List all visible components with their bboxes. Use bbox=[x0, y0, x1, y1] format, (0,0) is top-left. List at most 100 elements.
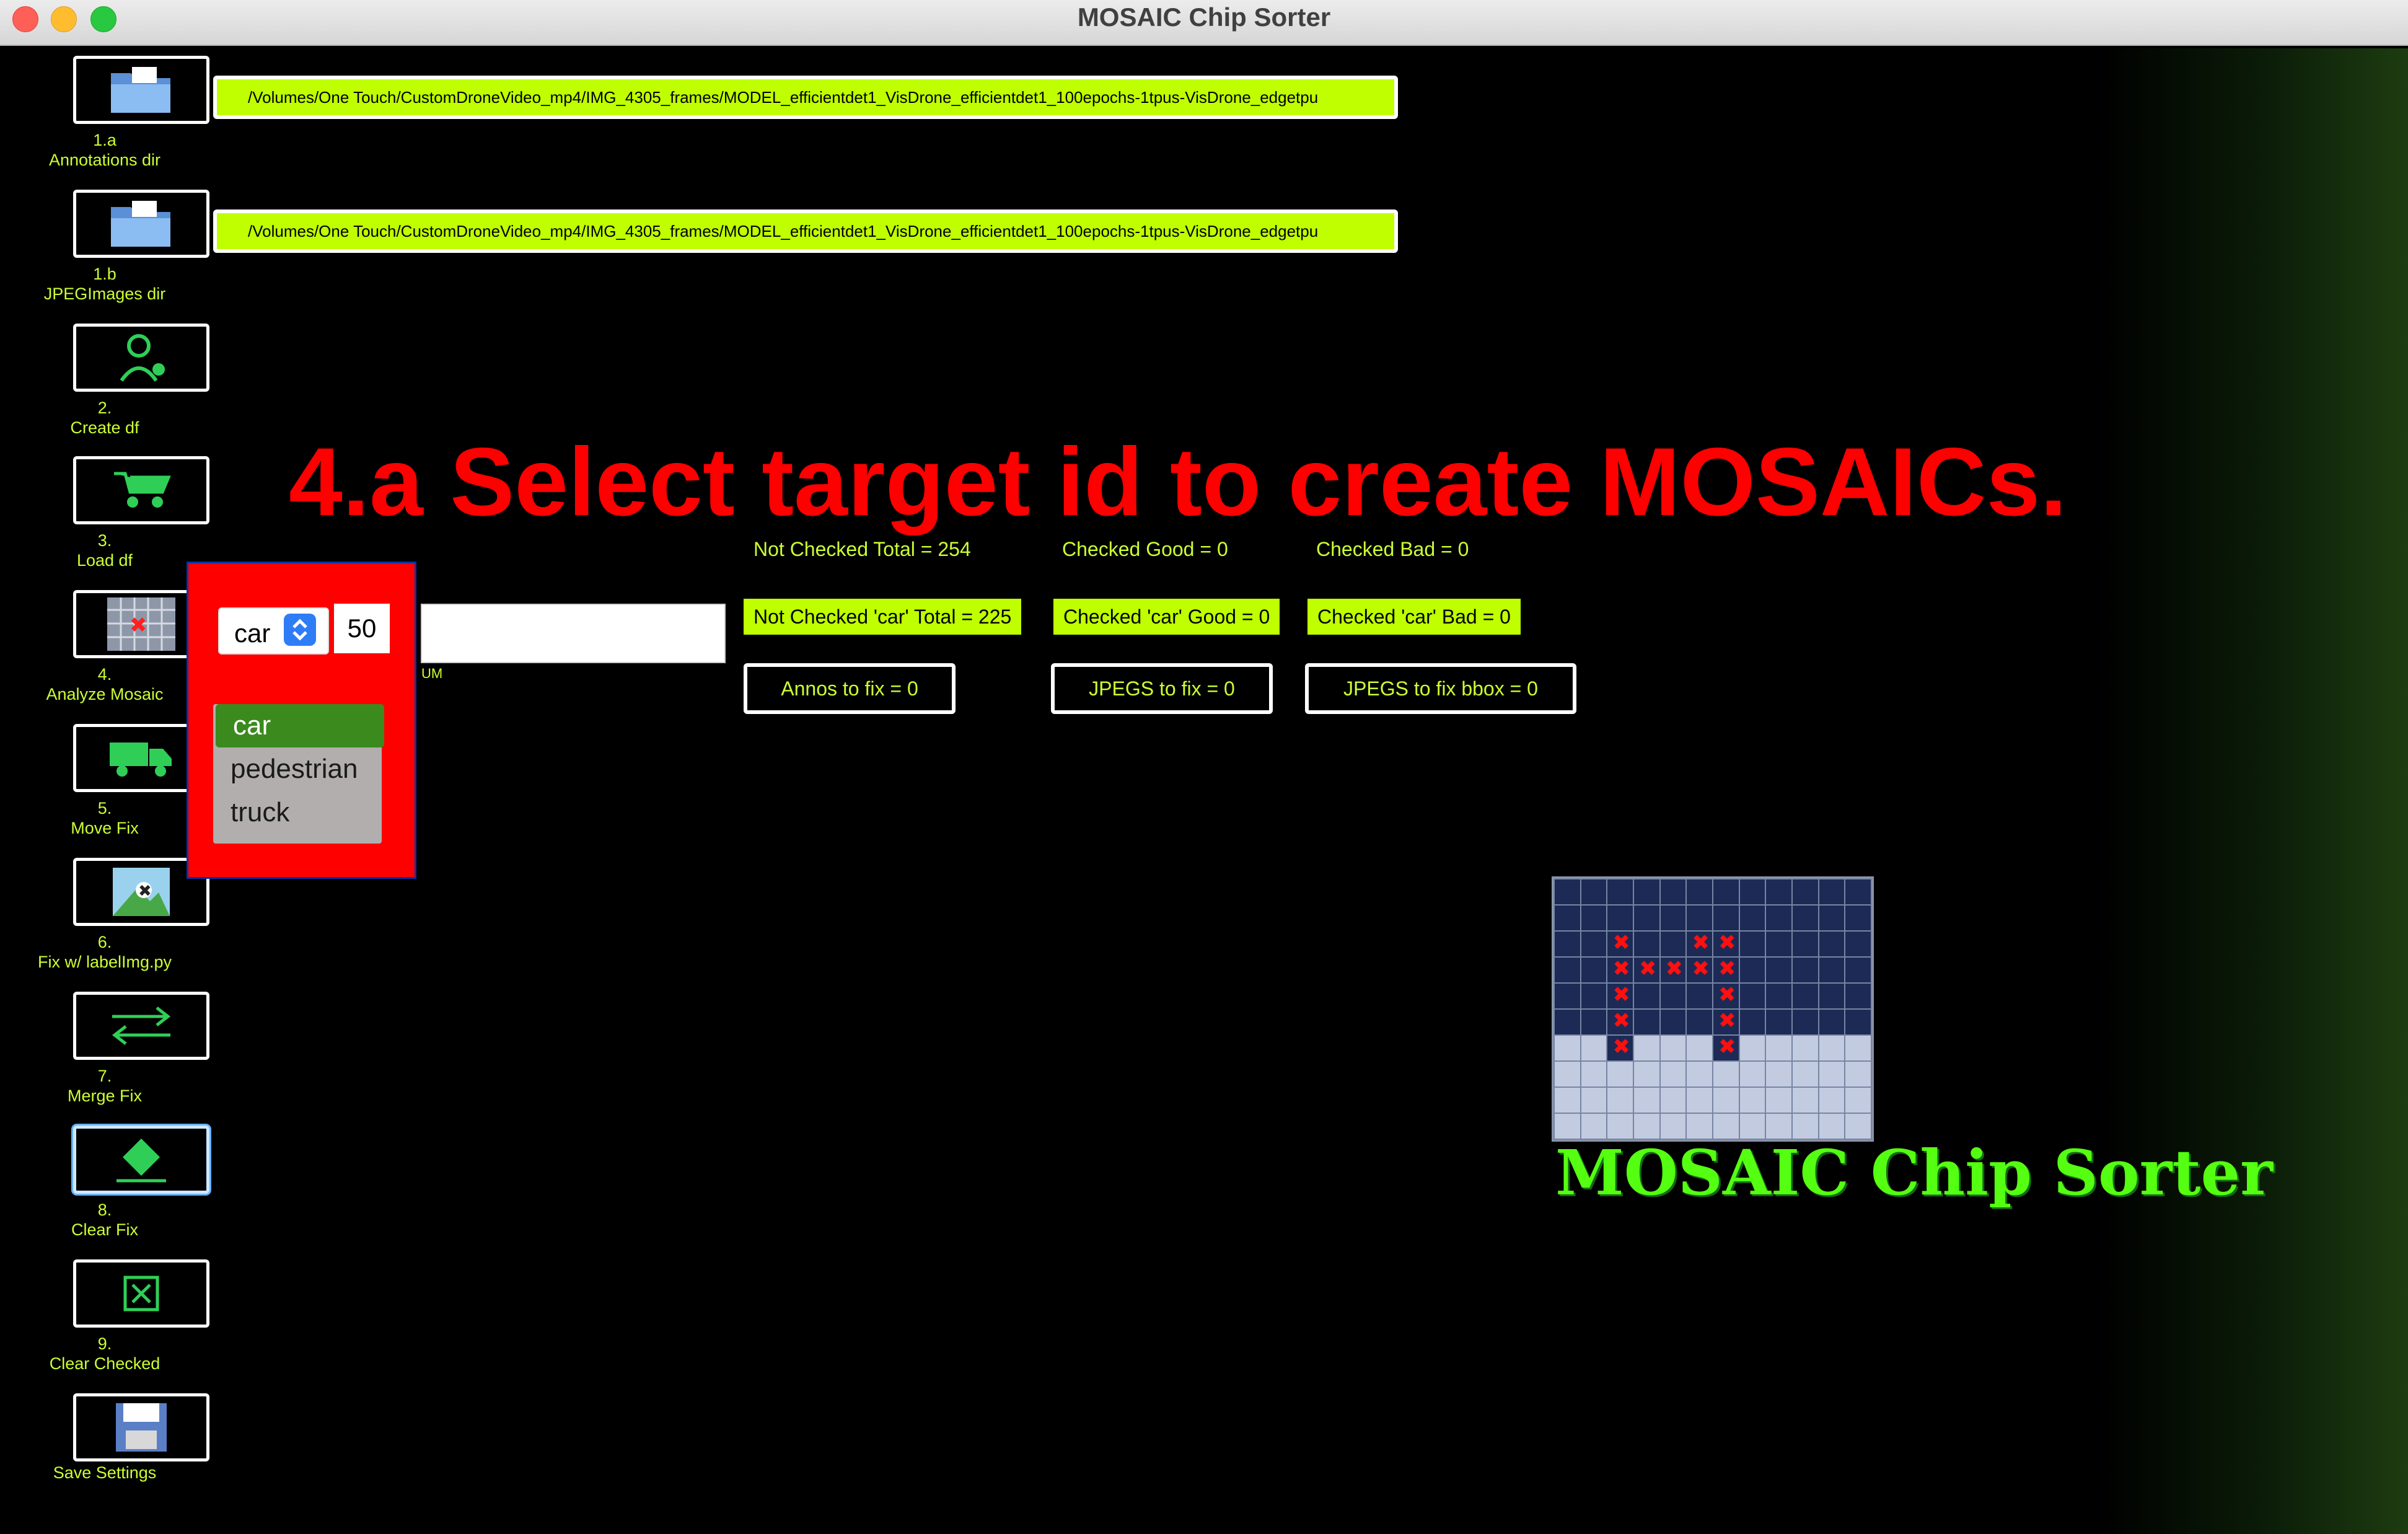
mosaic-logo-cell bbox=[1581, 958, 1607, 982]
mosaic-logo-cell bbox=[1607, 982, 1633, 1008]
app-canvas: 1.a Annotations dir 1.b JPEGImages dir 2. C… bbox=[2, 48, 2408, 1534]
mosaic-logo-cell bbox=[1739, 984, 1765, 1008]
annotations-path-field[interactable]: /Volumes/One Touch/CustomDroneVideo_mp4/… bbox=[213, 76, 1398, 119]
mosaic-logo-cell bbox=[1766, 1088, 1791, 1113]
merge-fix-button[interactable] bbox=[73, 992, 209, 1060]
mosaic-logo-cell bbox=[1819, 1088, 1845, 1113]
mosaic-logo-cell bbox=[1607, 930, 1633, 956]
target-text-field[interactable] bbox=[421, 604, 726, 663]
mosaic-logo-cell bbox=[1634, 1088, 1659, 1113]
mosaic-logo-cell bbox=[1845, 1010, 1871, 1034]
not-checked-class-total: Not Checked 'car' Total = 225 bbox=[741, 596, 1024, 637]
load-df-num: 3. bbox=[97, 531, 112, 550]
jpegimages-dir-button[interactable] bbox=[73, 190, 209, 258]
mosaic-logo-cell bbox=[1739, 958, 1765, 982]
mosaic-logo-cell bbox=[1555, 1036, 1580, 1060]
mosaic-logo-cell bbox=[1634, 1114, 1659, 1139]
mosaic-logo-cell bbox=[1739, 1114, 1765, 1139]
mosaic-logo-cell bbox=[1607, 906, 1633, 930]
dropdown-option-pedestrian[interactable]: pedestrian bbox=[213, 747, 382, 791]
mosaic-logo-cell bbox=[1713, 906, 1739, 930]
mosaic-logo-cell bbox=[1660, 1062, 1686, 1087]
target-class-dropdown: car pedestrian truck bbox=[213, 704, 384, 844]
mosaic-logo-cell bbox=[1581, 1114, 1607, 1139]
mosaic-logo-cell bbox=[1555, 906, 1580, 930]
mosaic-logo-cell bbox=[1793, 906, 1818, 930]
mosaic-count-field[interactable]: 50 bbox=[334, 604, 390, 653]
mosaic-logo-cell bbox=[1660, 1036, 1686, 1060]
eraser-icon bbox=[116, 1139, 166, 1183]
annotations-dir-button[interactable] bbox=[73, 56, 209, 124]
mosaic-logo-cell bbox=[1581, 932, 1607, 956]
title-bar: MOSAIC Chip Sorter bbox=[0, 0, 2408, 46]
dropdown-option-truck[interactable]: truck bbox=[213, 791, 382, 834]
mosaic-logo-cell bbox=[1793, 1088, 1818, 1113]
mosaic-logo-cell bbox=[1687, 1036, 1712, 1060]
clear-checked-num: 9. bbox=[97, 1334, 112, 1353]
mosaic-logo-cell bbox=[1607, 879, 1633, 904]
jpegimages-path-field[interactable]: /Volumes/One Touch/CustomDroneVideo_mp4/… bbox=[213, 209, 1398, 253]
mosaic-logo-cell bbox=[1793, 1010, 1818, 1034]
mosaic-logo-cell bbox=[1766, 1036, 1791, 1060]
x-box-icon bbox=[123, 1276, 159, 1311]
mosaic-logo-cell bbox=[1555, 1114, 1580, 1139]
mosaic-logo-cell bbox=[1555, 1010, 1580, 1034]
mosaic-logo-cell bbox=[1581, 1088, 1607, 1113]
analyze-mosaic-label: Analyze Mosaic bbox=[46, 685, 164, 703]
create-df-num: 2. bbox=[97, 399, 112, 417]
jpegs-to-fix-bbox-button[interactable]: JPEGS to fix bbox = 0 bbox=[1305, 663, 1576, 714]
scientist-icon bbox=[120, 334, 165, 382]
clear-checked-button[interactable] bbox=[73, 1259, 209, 1328]
target-field-hint: UM bbox=[421, 666, 443, 681]
mosaic-logo-cell bbox=[1739, 906, 1765, 930]
target-class-select[interactable]: car bbox=[218, 607, 329, 655]
annos-to-fix-button[interactable]: Annos to fix = 0 bbox=[744, 663, 956, 714]
annotations-dir-label: Annotations dir bbox=[48, 151, 161, 169]
chevron-updown-icon bbox=[284, 614, 316, 646]
mosaic-logo-cell bbox=[1819, 958, 1845, 982]
clear-fix-button[interactable] bbox=[73, 1126, 209, 1194]
clear-checked-label: Clear Checked bbox=[49, 1354, 160, 1373]
mosaic-logo-cell bbox=[1793, 932, 1818, 956]
mosaic-logo-image bbox=[1552, 876, 1874, 1142]
mosaic-logo-cell bbox=[1660, 1114, 1686, 1139]
mosaic-logo-cell bbox=[1634, 932, 1659, 956]
mosaic-logo-cell bbox=[1581, 1062, 1607, 1087]
jpegs-to-fix-button[interactable]: JPEGS to fix = 0 bbox=[1051, 663, 1273, 714]
window-title: MOSAIC Chip Sorter bbox=[1077, 2, 1331, 32]
svg-text:✖: ✖ bbox=[130, 613, 147, 638]
checked-class-bad: Checked 'car' Bad = 0 bbox=[1305, 596, 1523, 637]
mosaic-logo-cell bbox=[1766, 958, 1791, 982]
mosaic-logo-cell bbox=[1687, 930, 1712, 956]
mosaic-logo-cell bbox=[1713, 1062, 1739, 1087]
mosaic-logo-cell bbox=[1634, 906, 1659, 930]
mosaic-logo-cell bbox=[1607, 1008, 1633, 1034]
save-settings-label: Save Settings bbox=[53, 1463, 157, 1482]
mosaic-logo-cell bbox=[1660, 956, 1686, 982]
create-df-button[interactable] bbox=[73, 324, 209, 392]
mosaic-logo-cell bbox=[1607, 1062, 1633, 1087]
mosaic-logo-cell bbox=[1607, 1088, 1633, 1113]
mosaic-logo-cell bbox=[1766, 932, 1791, 956]
mosaic-logo-cell bbox=[1555, 1062, 1580, 1087]
mosaic-logo-cell bbox=[1687, 1114, 1712, 1139]
mosaic-logo-cell bbox=[1607, 1034, 1633, 1060]
load-df-button[interactable] bbox=[73, 456, 209, 524]
mosaic-logo-cell bbox=[1713, 982, 1739, 1008]
save-settings-button[interactable] bbox=[73, 1393, 209, 1461]
mosaic-logo-cell bbox=[1634, 984, 1659, 1008]
mosaic-logo-cell bbox=[1581, 1010, 1607, 1034]
move-fix-num: 5. bbox=[97, 799, 112, 818]
mosaic-logo-cell bbox=[1766, 879, 1791, 904]
load-df-label: Load df bbox=[76, 551, 133, 570]
mosaic-logo-cell bbox=[1739, 932, 1765, 956]
mosaic-logo-cell bbox=[1819, 1010, 1845, 1034]
mosaic-logo-cell bbox=[1634, 1062, 1659, 1087]
dropdown-option-car[interactable]: car bbox=[216, 704, 384, 747]
mosaic-logo-cell bbox=[1766, 1010, 1791, 1034]
mosaic-logo-cell bbox=[1819, 906, 1845, 930]
fix-labelimg-num: 6. bbox=[97, 933, 112, 951]
mosaic-logo-cell bbox=[1845, 1088, 1871, 1113]
instruction-heading: 4.a Select target id to create MOSAICs. bbox=[289, 428, 2067, 536]
mosaic-logo-cell bbox=[1766, 984, 1791, 1008]
